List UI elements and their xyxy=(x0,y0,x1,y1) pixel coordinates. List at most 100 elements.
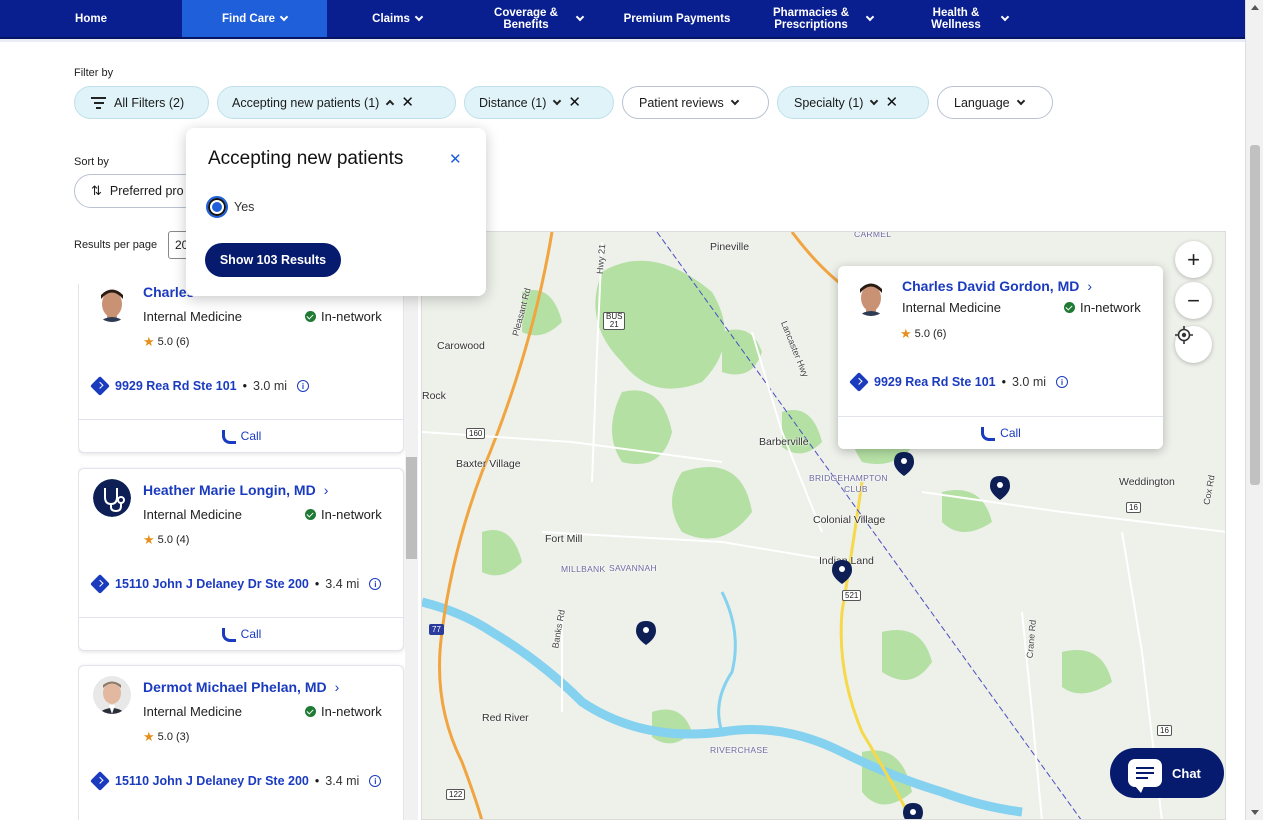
check-circle-icon xyxy=(305,311,316,322)
map-label: CARMEL xyxy=(854,231,892,239)
top-navigation: Home Find Care Claims Coverage & Benefit… xyxy=(0,0,1245,39)
chevron-down-icon xyxy=(575,12,585,21)
info-icon[interactable]: i xyxy=(369,775,382,787)
nav-find-care[interactable]: Find Care xyxy=(182,0,327,37)
chevron-down-icon xyxy=(279,12,289,21)
address-link[interactable]: 15110 John J Delaney Dr Ste 200 xyxy=(115,774,309,788)
map-label: BRIDGEHAMPTON xyxy=(809,473,888,483)
map-label: Baxter Village xyxy=(456,458,521,470)
chat-button[interactable]: Chat xyxy=(1110,748,1224,798)
address-link[interactable]: 9929 Rea Rd Ste 101 xyxy=(115,379,237,393)
scroll-up-arrow-icon[interactable] xyxy=(1251,5,1259,10)
info-icon[interactable]: i xyxy=(1056,376,1069,388)
provider-specialty: Internal Medicine xyxy=(143,507,242,522)
list-scrollbar-thumb[interactable] xyxy=(406,457,417,559)
map-pin-icon[interactable] xyxy=(989,475,1011,501)
address-link[interactable]: 15110 John J Delaney Dr Ste 200 xyxy=(115,577,309,591)
popup-call-button[interactable]: Call xyxy=(838,416,1163,449)
directions-icon xyxy=(90,771,110,791)
map-pin-icon[interactable] xyxy=(831,559,853,585)
sort-arrows-icon: ⇅ xyxy=(91,183,102,198)
chevron-down-icon xyxy=(553,96,562,105)
provider-card[interactable]: Charles Internal Medicine In-network ★ 5.… xyxy=(78,284,404,453)
info-icon[interactable]: i xyxy=(369,578,382,590)
zoom-in-button[interactable]: + xyxy=(1175,241,1212,278)
route-shield: 77 xyxy=(429,624,444,635)
filter-chip-row: All Filters (2) Accepting new patients (… xyxy=(74,86,1053,119)
nav-health-wellness[interactable]: Health & Wellness xyxy=(897,0,1037,37)
directions-icon xyxy=(849,372,869,392)
star-icon: ★ xyxy=(143,334,155,349)
map-provider-popup: Charles David Gordon, MD › Internal Medic… xyxy=(838,266,1163,449)
map-label: Pineville xyxy=(710,241,750,253)
list-scrollbar[interactable] xyxy=(405,285,418,820)
nav-pharmacies-prescriptions[interactable]: Pharmacies & Prescriptions xyxy=(747,0,897,37)
specialty-chip[interactable]: Specialty (1) ✕ xyxy=(777,86,929,119)
my-location-button[interactable] xyxy=(1175,326,1212,363)
map-label: Carowood xyxy=(437,340,485,352)
chevron-right-icon: › xyxy=(1087,278,1093,294)
check-circle-icon xyxy=(305,706,316,717)
popup-provider-rating: ★ 5.0 (6) xyxy=(900,326,947,341)
map-pin-icon[interactable] xyxy=(635,620,657,646)
provider-name-link[interactable]: Heather Marie Longin, MD › xyxy=(143,482,328,498)
star-icon: ★ xyxy=(143,729,155,744)
crosshair-icon xyxy=(1175,326,1193,344)
call-button[interactable]: Call xyxy=(79,617,403,650)
provider-specialty: Internal Medicine xyxy=(143,309,242,324)
show-results-button[interactable]: Show 103 Results xyxy=(205,243,341,277)
popup-provider-address: 9929 Rea Rd Ste 101 • 3.0 mi i xyxy=(849,372,1069,392)
popup-provider-name-link[interactable]: Charles David Gordon, MD › xyxy=(902,278,1092,294)
chevron-right-icon: › xyxy=(323,482,329,498)
chevron-down-icon xyxy=(870,96,879,105)
clear-filter-icon[interactable]: ✕ xyxy=(401,95,414,110)
accepting-new-patients-chip[interactable]: Accepting new patients (1) ✕ xyxy=(217,86,456,119)
provider-rating: ★ 5.0 (6) xyxy=(143,334,190,349)
route-shield: BUS 21 xyxy=(603,312,626,330)
map-pin-icon[interactable] xyxy=(902,802,924,820)
chat-bubble-icon xyxy=(1128,759,1162,793)
results-per-page-label: Results per page xyxy=(74,239,158,251)
yes-radio[interactable] xyxy=(206,196,228,218)
map-label: Colonial Village xyxy=(813,514,886,526)
filter-icon xyxy=(91,96,106,109)
close-icon[interactable]: ✕ xyxy=(449,150,462,168)
distance-chip[interactable]: Distance (1) ✕ xyxy=(464,86,614,119)
all-filters-chip[interactable]: All Filters (2) xyxy=(74,86,209,119)
info-icon[interactable]: i xyxy=(297,380,310,392)
route-shield: 16 xyxy=(1157,725,1172,736)
avatar xyxy=(93,676,131,714)
chevron-down-icon xyxy=(1000,12,1010,21)
clear-filter-icon[interactable]: ✕ xyxy=(885,95,898,110)
chevron-down-icon xyxy=(414,12,424,21)
nav-home[interactable]: Home xyxy=(0,0,182,37)
zoom-out-button[interactable]: − xyxy=(1175,282,1212,319)
chevron-right-icon: › xyxy=(334,679,340,695)
nav-premium-payments[interactable]: Premium Payments xyxy=(607,0,747,37)
yes-radio-label: Yes xyxy=(234,200,255,214)
page-scrollbar[interactable] xyxy=(1245,0,1263,820)
nav-claims[interactable]: Claims xyxy=(327,0,467,37)
provider-address: 9929 Rea Rd Ste 101 • 3.0 mi i xyxy=(90,376,310,396)
provider-name-link[interactable]: Dermot Michael Phelan, MD › xyxy=(143,679,339,695)
map-label: Rock xyxy=(422,390,446,402)
patient-reviews-chip[interactable]: Patient reviews xyxy=(622,86,769,119)
clear-filter-icon[interactable]: ✕ xyxy=(568,95,581,110)
provider-card[interactable]: Dermot Michael Phelan, MD › Internal Medi… xyxy=(78,665,404,820)
map-label: Fort Mill xyxy=(545,533,583,545)
address-link[interactable]: 9929 Rea Rd Ste 101 xyxy=(874,375,996,389)
provider-rating: ★ 5.0 (4) xyxy=(143,532,190,547)
call-button[interactable]: Call xyxy=(79,419,403,452)
route-shield: 521 xyxy=(842,590,862,601)
star-icon: ★ xyxy=(900,326,912,341)
provider-card[interactable]: Heather Marie Longin, MD › Internal Medic… xyxy=(78,468,404,651)
page-scrollbar-thumb[interactable] xyxy=(1250,145,1260,485)
map-label: CLUB xyxy=(844,484,868,494)
network-status: In-network xyxy=(305,507,382,522)
phone-icon xyxy=(980,426,996,441)
scroll-down-arrow-icon[interactable] xyxy=(1251,810,1259,815)
map-pin-icon[interactable] xyxy=(893,451,915,477)
provider-rating: ★ 5.0 (3) xyxy=(143,729,190,744)
nav-coverage-benefits[interactable]: Coverage & Benefits xyxy=(467,0,607,37)
language-chip[interactable]: Language xyxy=(937,86,1053,119)
